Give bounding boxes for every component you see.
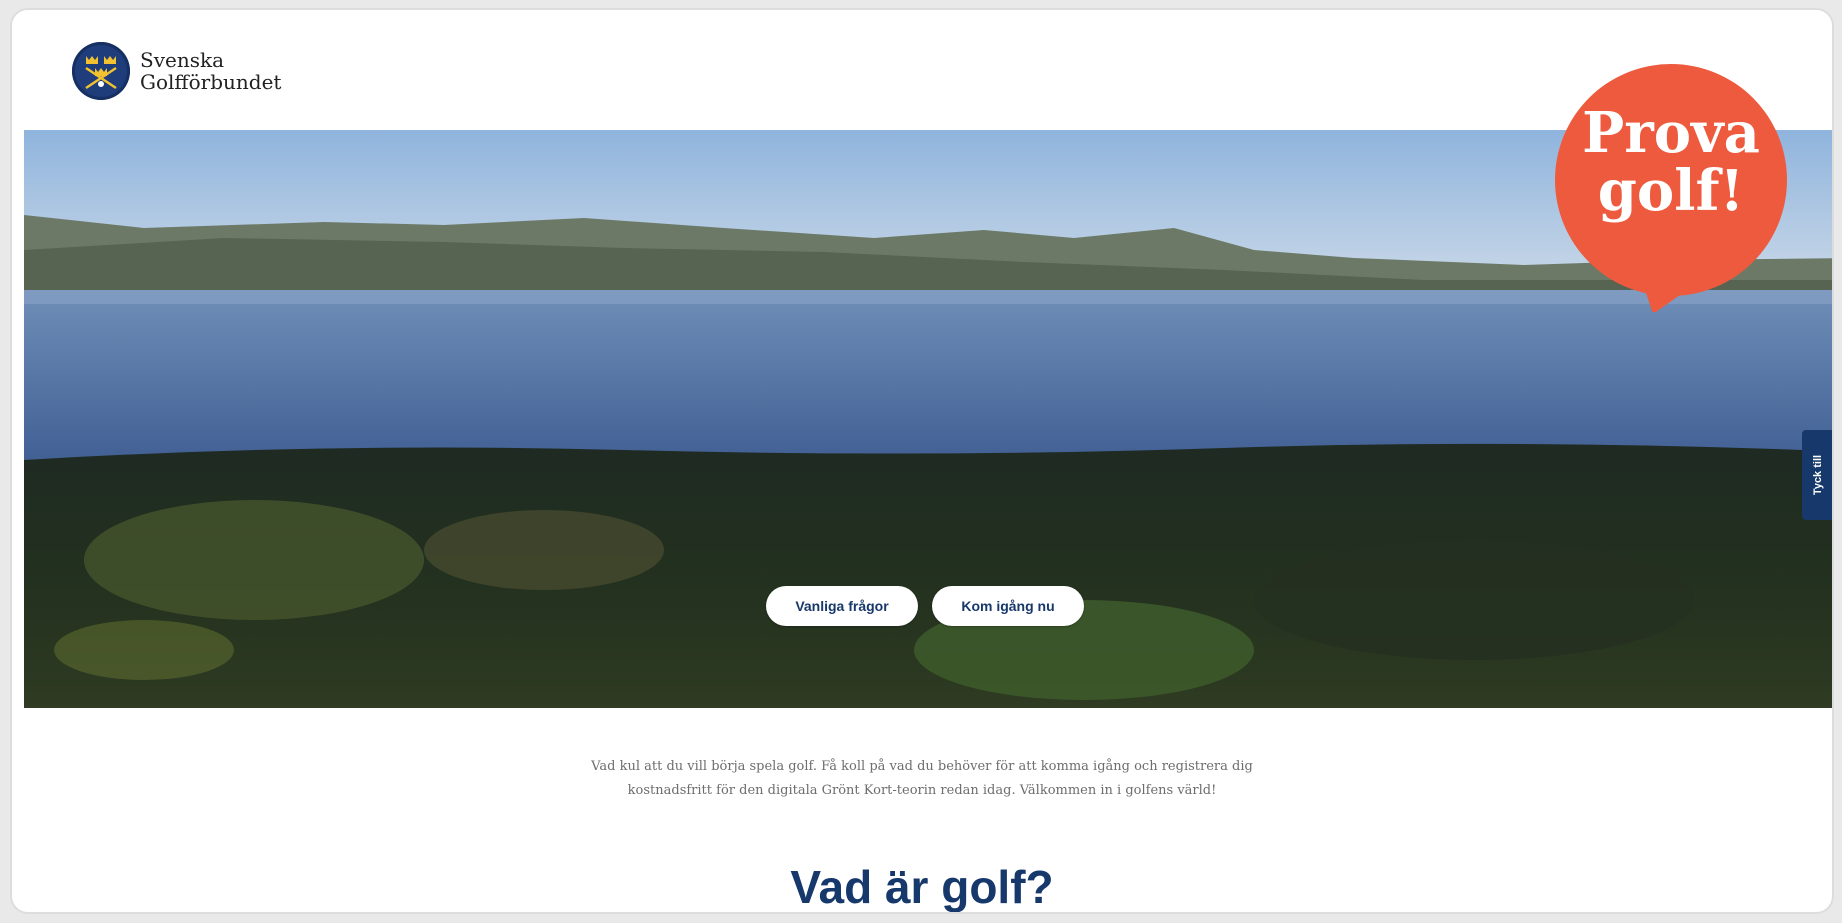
hero-cta-group: Vanliga frågor Kom igång nu [24,586,1832,626]
section-heading: Vad är golf? [790,861,1054,913]
browser-page: Svenska Golfförbundet Vanliga frågor Kom… [10,8,1834,914]
try-golf-badge[interactable]: Prova golf! [1547,62,1795,314]
logo-line-2: Golfförbundet [140,70,282,94]
feedback-tab[interactable]: Tyck till [1802,430,1832,520]
intro-line-1: Vad kul att du vill börja spela golf. Få… [591,759,1253,774]
crown-crest-icon [72,42,130,100]
faq-button[interactable]: Vanliga frågor [766,586,918,626]
intro-line-2: kostnadsfritt för den digitala Grönt Kor… [627,783,1217,798]
get-started-button[interactable]: Kom igång nu [932,586,1084,626]
badge-text: Prova golf! [1547,104,1795,220]
logo-line-1: Svenska [140,48,225,72]
intro-text: Vad kul att du vill börja spela golf. Få… [12,755,1832,803]
badge-line-1: Prova [1582,100,1760,166]
badge-line-2: golf! [1597,158,1745,224]
logo[interactable]: Svenska Golfförbundet [72,42,281,100]
logo-text: Svenska Golfförbundet [140,49,281,93]
feedback-tab-label: Tyck till [1812,454,1824,496]
